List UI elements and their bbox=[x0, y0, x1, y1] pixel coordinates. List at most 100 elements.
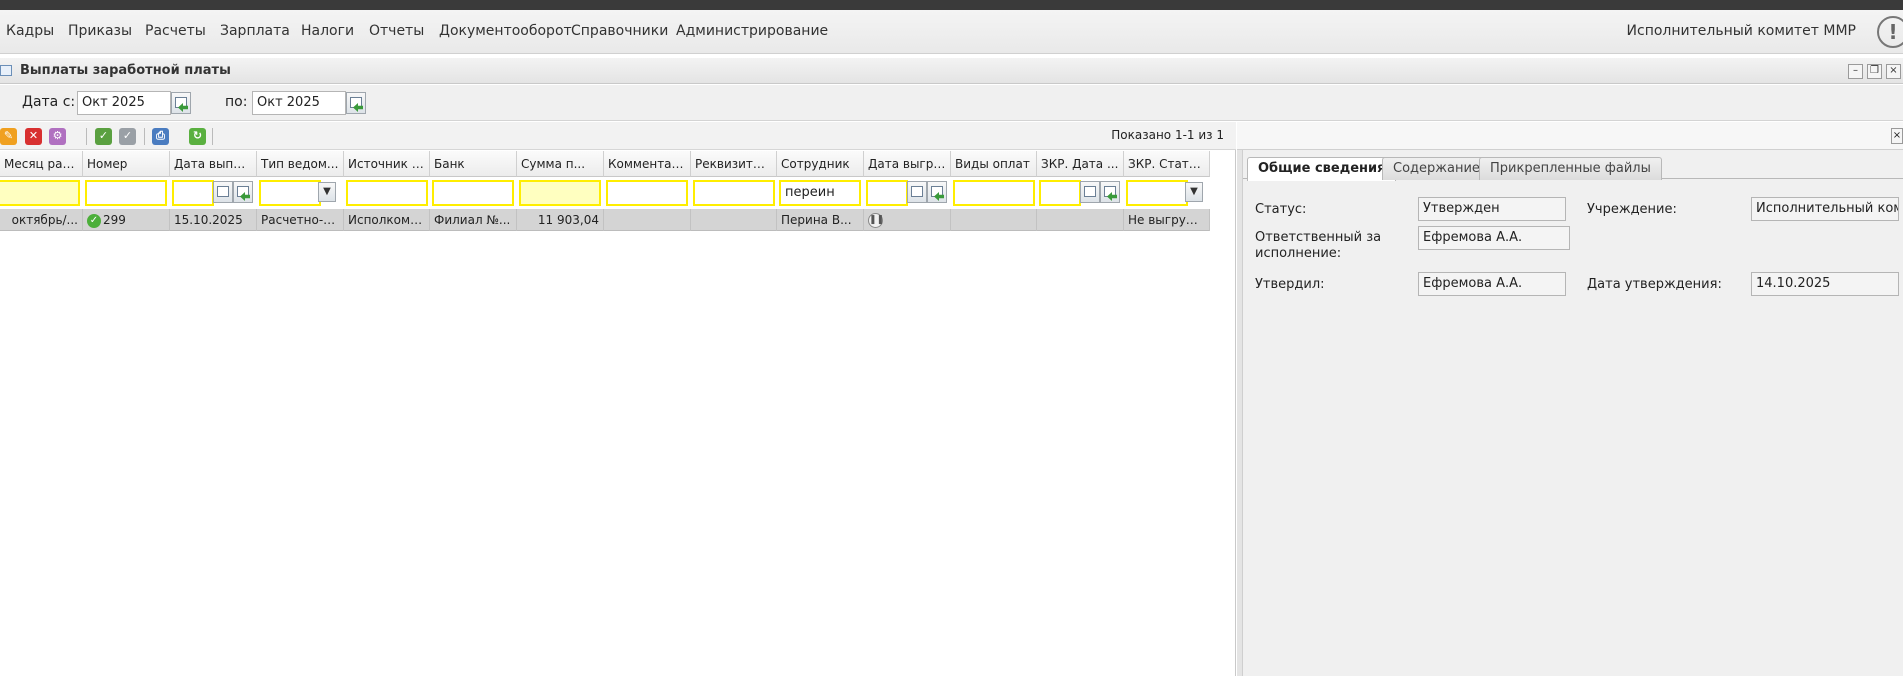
approved-check-icon: ✓ bbox=[87, 213, 101, 228]
column-header-comment[interactable]: Комментар... bbox=[604, 151, 691, 177]
minimize-icon[interactable]: – bbox=[1848, 64, 1863, 79]
calendar-icon[interactable] bbox=[1080, 181, 1100, 203]
tab-general[interactable]: Общие сведения bbox=[1247, 157, 1397, 181]
payments-list-panel: ✎ ✕ ⚙ ✓ ✓ ⎙ ↻ Показано 1-1 из 1 Месяц ра… bbox=[0, 122, 1236, 676]
toolbar-separator bbox=[144, 128, 145, 145]
edit-icon[interactable]: ✎ bbox=[0, 128, 17, 145]
column-header-statement-type[interactable]: Тип ведом... bbox=[257, 151, 344, 177]
menu-orders[interactable]: Приказы bbox=[68, 23, 132, 39]
tab-content[interactable]: Содержание bbox=[1382, 157, 1491, 180]
panel-header: Выплаты заработной платы – ❐ × bbox=[0, 58, 1903, 84]
refresh-icon[interactable]: ↻ bbox=[189, 128, 206, 145]
column-header-bank[interactable]: Банк bbox=[430, 151, 517, 177]
date-from-label: Дата с: bbox=[22, 94, 76, 110]
menu-references[interactable]: Справочники bbox=[571, 23, 668, 39]
menu-calculations[interactable]: Расчеты bbox=[145, 23, 206, 39]
unapprove-icon[interactable]: ✓ bbox=[119, 128, 136, 145]
filter-bank[interactable] bbox=[432, 180, 514, 206]
column-header-pay-types[interactable]: Виды оплат bbox=[951, 151, 1037, 177]
tab-attached-files[interactable]: Прикрепленные файлы bbox=[1479, 157, 1662, 180]
cell-employee: Перина В... bbox=[777, 209, 864, 231]
menu-documents[interactable]: Документооборот bbox=[439, 23, 572, 39]
column-header-zkr-status[interactable]: ЗКР. Стату... bbox=[1124, 151, 1210, 177]
table-row[interactable]: октябрь/... ✓ 299 15.10.2025 Расчетно-п..… bbox=[0, 209, 1210, 231]
filter-zkr-date[interactable] bbox=[1039, 180, 1081, 206]
filter-row: ▼ переин ▼ bbox=[0, 178, 1210, 208]
top-strip bbox=[0, 0, 1903, 10]
filter-zkr-status[interactable] bbox=[1126, 180, 1188, 206]
calendar-icon[interactable] bbox=[233, 181, 253, 203]
filter-pay-types[interactable] bbox=[953, 180, 1035, 206]
column-header-upload-date[interactable]: Дата выгру... bbox=[864, 151, 951, 177]
date-from-field[interactable]: Окт 2025 bbox=[77, 91, 171, 115]
status-label: Статус: bbox=[1255, 202, 1307, 217]
filter-employee[interactable]: переин bbox=[779, 180, 861, 206]
column-header-month[interactable]: Месяц расч... bbox=[0, 151, 83, 177]
approved-by-field[interactable]: Ефремова А.А. bbox=[1418, 272, 1566, 296]
chevron-down-icon[interactable]: ▼ bbox=[318, 182, 336, 202]
close-icon[interactable]: × bbox=[1886, 64, 1901, 79]
cell-bank: Филиал №... bbox=[430, 209, 517, 231]
column-header-sum[interactable]: Сумма п... bbox=[517, 151, 604, 177]
column-header-requisites[interactable]: Реквизиты ... bbox=[691, 151, 777, 177]
splitter[interactable] bbox=[1237, 150, 1243, 676]
toolbar-separator bbox=[86, 128, 87, 145]
organization-field[interactable]: Исполнительный коми bbox=[1751, 197, 1899, 221]
filter-payment-date[interactable] bbox=[172, 180, 214, 206]
details-panel: × Общие сведения Содержание Прикрепленны… bbox=[1237, 122, 1903, 676]
column-header-payment-date[interactable]: Дата выпл... bbox=[170, 151, 257, 177]
help-icon[interactable]: ! bbox=[1877, 16, 1903, 48]
records-count: Показано 1-1 из 1 bbox=[1111, 128, 1224, 142]
approve-icon[interactable]: ✓ bbox=[95, 128, 112, 145]
status-field[interactable]: Утвержден bbox=[1418, 197, 1566, 221]
main-menu: Кадры Приказы Расчеты Зарплата Налоги От… bbox=[0, 10, 1903, 54]
calendar-icon[interactable] bbox=[346, 92, 366, 114]
calendar-icon[interactable] bbox=[171, 92, 191, 114]
toolbar-separator bbox=[212, 128, 213, 145]
cell-month: октябрь/... bbox=[0, 209, 83, 231]
column-header-zkr-date[interactable]: ЗКР. Дата ... bbox=[1037, 151, 1124, 177]
date-filter-bar: Дата с: Окт 2025 по: Окт 2025 bbox=[0, 85, 1903, 121]
column-header-employee[interactable]: Сотрудник bbox=[777, 151, 864, 177]
filter-statement-type[interactable] bbox=[259, 180, 321, 206]
responsible-label: Ответственный за bbox=[1255, 230, 1382, 245]
filter-sum[interactable] bbox=[519, 180, 601, 206]
chevron-down-icon[interactable]: ▼ bbox=[1185, 182, 1203, 202]
menu-salary[interactable]: Зарплата bbox=[220, 23, 290, 39]
calendar-icon[interactable] bbox=[907, 181, 927, 203]
list-toolbar: ✎ ✕ ⚙ ✓ ✓ ⎙ ↻ Показано 1-1 из 1 bbox=[0, 122, 1236, 150]
print-icon[interactable]: ⎙ bbox=[152, 128, 169, 145]
calendar-icon[interactable] bbox=[927, 181, 947, 203]
column-header-source[interactable]: Источник в... bbox=[344, 151, 430, 177]
calendar-icon[interactable] bbox=[213, 181, 233, 203]
close-icon[interactable]: × bbox=[1891, 128, 1903, 144]
column-header-number[interactable]: Номер bbox=[83, 151, 170, 177]
cell-source: Исполком з... bbox=[344, 209, 430, 231]
calendar-icon[interactable] bbox=[1100, 181, 1120, 203]
filter-requisites[interactable] bbox=[693, 180, 775, 206]
responsible-field[interactable]: Ефремова А.А. bbox=[1418, 226, 1570, 250]
menu-taxes[interactable]: Налоги bbox=[301, 23, 354, 39]
restore-icon[interactable]: ❐ bbox=[1867, 64, 1882, 79]
filter-month[interactable] bbox=[0, 180, 80, 206]
cell-sum: 11 903,04 bbox=[517, 209, 604, 231]
cell-comment bbox=[604, 209, 691, 231]
menu-reports[interactable]: Отчеты bbox=[369, 23, 424, 39]
menu-administration[interactable]: Администрирование bbox=[676, 23, 828, 39]
delete-icon[interactable]: ✕ bbox=[25, 128, 42, 145]
filter-number[interactable] bbox=[85, 180, 167, 206]
actions-menu-icon[interactable]: ⚙ bbox=[49, 128, 66, 145]
date-to-field[interactable]: Окт 2025 bbox=[252, 91, 346, 115]
date-to-label: по: bbox=[225, 94, 248, 110]
cell-statement-type: Расчетно-п... bbox=[257, 209, 344, 231]
panel-icon bbox=[0, 65, 12, 76]
filter-upload-date[interactable] bbox=[866, 180, 908, 206]
filter-source[interactable] bbox=[346, 180, 428, 206]
cell-upload-date: ❚❚ bbox=[864, 209, 951, 231]
cell-requisites bbox=[691, 209, 777, 231]
approval-date-field[interactable]: 14.10.2025 bbox=[1751, 272, 1899, 296]
filter-comment[interactable] bbox=[606, 180, 688, 206]
menu-hr[interactable]: Кадры bbox=[6, 23, 54, 39]
details-header: × bbox=[1237, 122, 1903, 150]
organization-label: Учреждение: bbox=[1587, 202, 1677, 217]
